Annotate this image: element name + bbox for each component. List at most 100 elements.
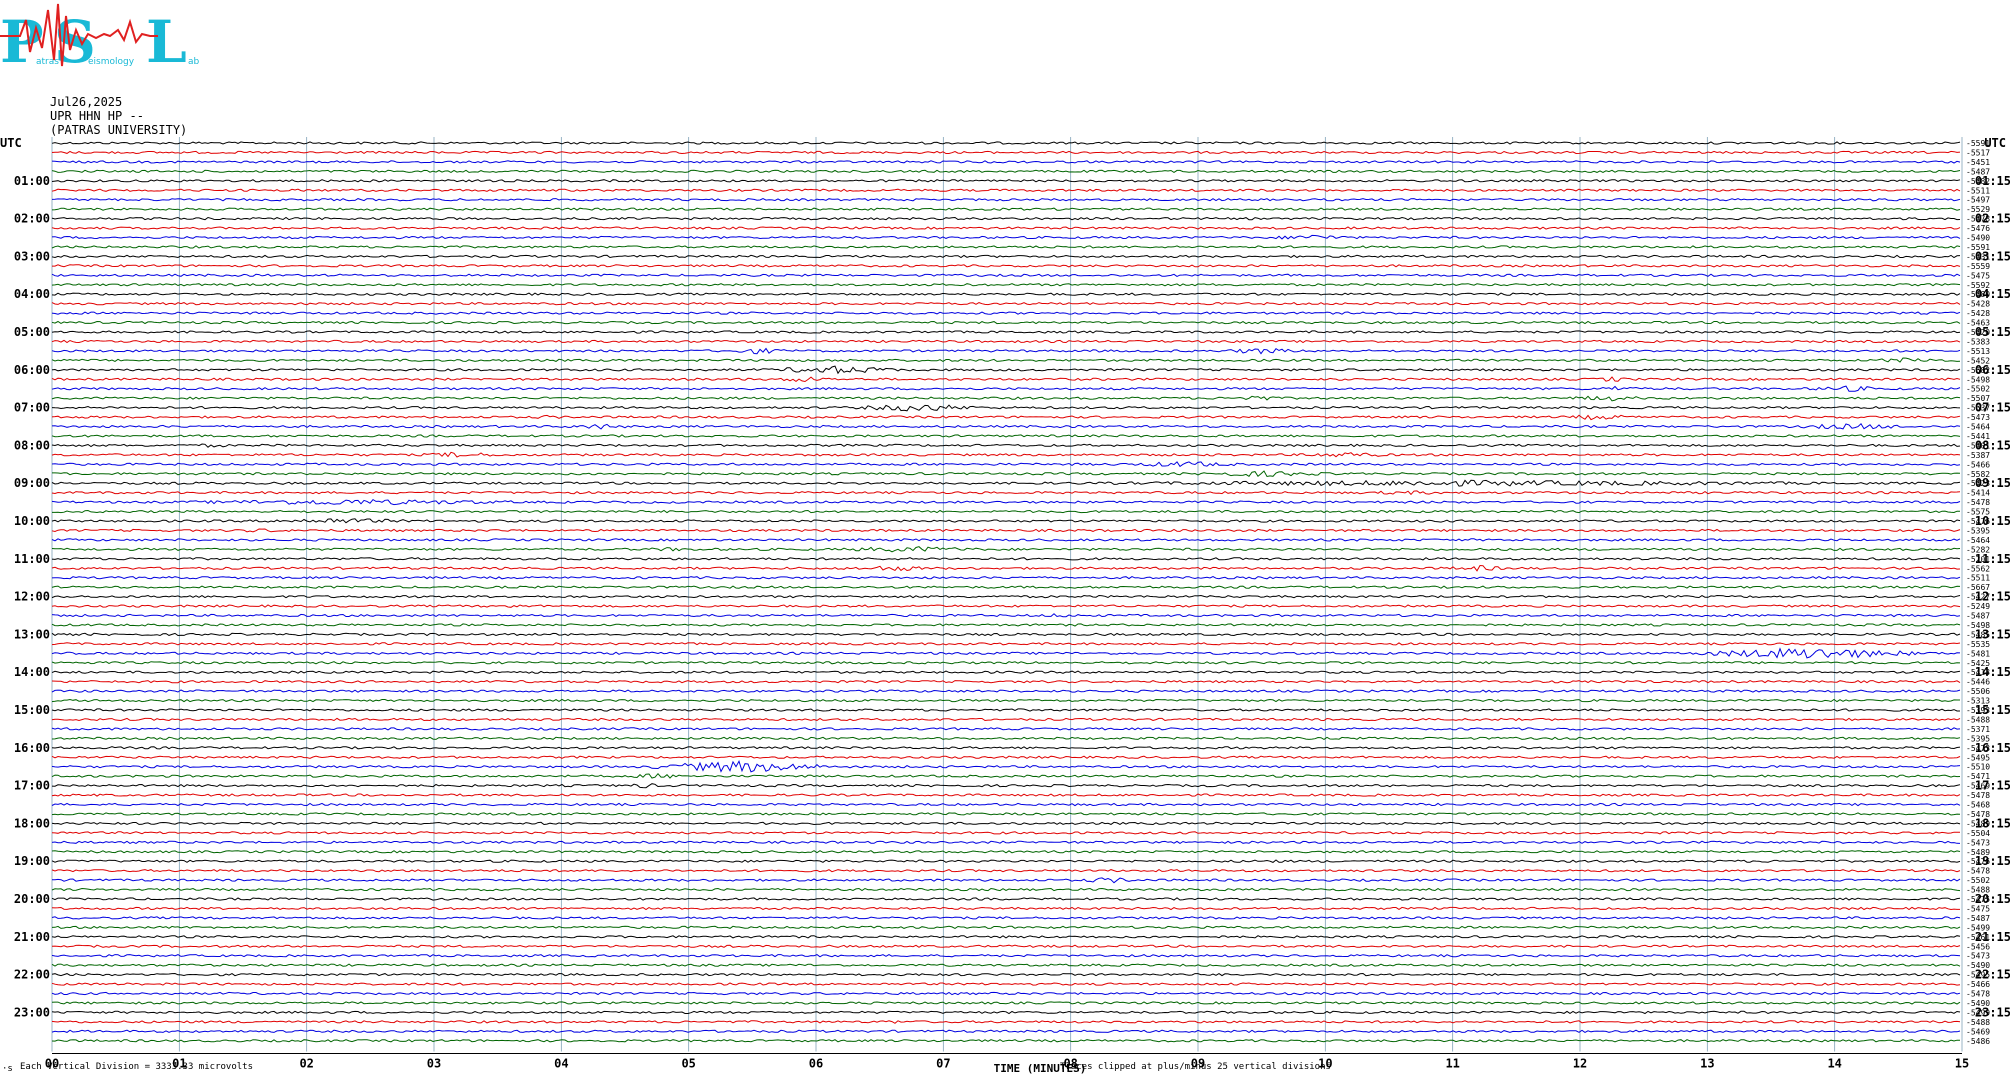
seismic-trace (51, 604, 1961, 608)
footer-clip-note: Traces clipped at plus/minus 25 vertical… (1060, 1062, 1331, 1072)
seismic-trace (51, 717, 1961, 722)
trace-offset-label: -5464 (1966, 423, 1990, 432)
trace-offset-label: -5506 (1966, 687, 1990, 696)
right-hour-label: 18:15 (1975, 816, 2010, 830)
seismic-trace (51, 850, 1961, 854)
seismic-trace (51, 330, 1961, 334)
seismic-trace (51, 546, 1961, 553)
trace-offset-label: -5451 (1966, 158, 1990, 167)
seismic-trace (51, 528, 1961, 533)
trace-offset-label: -5466 (1966, 460, 1990, 469)
seismic-trace (51, 169, 1961, 174)
trace-offset-label: -5475 (1966, 271, 1990, 280)
left-hour-label: 07:00 (14, 401, 50, 415)
seismic-trace (51, 760, 1961, 773)
right-hour-label: 08:15 (1975, 438, 2010, 452)
seismic-trace (51, 755, 1961, 759)
seismic-trace (51, 916, 1961, 920)
seismic-trace (51, 632, 1961, 637)
footer-corner-mark: ·s (2, 1064, 13, 1074)
seismic-trace (51, 564, 1961, 572)
seismic-trace (52, 470, 1961, 478)
right-hour-label: 04:15 (1975, 287, 2010, 301)
seismic-trace (51, 320, 1961, 325)
seismic-trace (51, 821, 1961, 826)
trace-offset-label: -5486 (1966, 1037, 1990, 1046)
seismic-trace (51, 292, 1961, 296)
seismic-trace (51, 302, 1961, 306)
seismic-trace (51, 802, 1961, 807)
x-tick-label: 14 (1827, 1056, 1841, 1070)
x-tick-label: 07 (936, 1056, 950, 1070)
seismic-trace (51, 935, 1961, 939)
trace-offset-label: -5469 (1966, 1027, 1990, 1036)
right-hour-label: 21:15 (1975, 930, 2010, 944)
seismic-trace (51, 859, 1961, 863)
trace-offset-label: -5487 (1966, 612, 1990, 621)
trace-offset-label: -5478 (1966, 498, 1990, 507)
right-hour-label: 16:15 (1975, 741, 2010, 755)
trace-offset-label: -5478 (1966, 990, 1990, 999)
x-tick-label: 06 (809, 1056, 823, 1070)
right-hour-label: 19:15 (1975, 854, 2010, 868)
left-hour-label: 01:00 (14, 174, 50, 188)
seismic-trace (51, 727, 1961, 731)
seismic-trace (51, 141, 1961, 145)
seismic-trace (51, 339, 1961, 344)
seismic-trace (51, 991, 1961, 996)
seismic-trace (51, 404, 1961, 412)
left-hour-label: 22:00 (14, 968, 50, 982)
x-tick-label: 15 (1955, 1056, 1969, 1070)
right-hour-label: 12:15 (1975, 590, 2010, 604)
trace-offset-label: -5513 (1966, 347, 1990, 356)
trace-offset-label: -5510 (1966, 763, 1990, 772)
seismic-trace (51, 234, 1961, 240)
trace-offset-label: -5371 (1966, 725, 1990, 734)
seismic-trace (51, 283, 1961, 287)
seismic-trace (51, 783, 1961, 789)
seismic-trace (51, 385, 1961, 392)
seismic-trace (51, 1029, 1961, 1033)
seismic-trace (51, 216, 1961, 221)
seismic-trace (51, 585, 1961, 589)
seismic-trace (51, 443, 1961, 448)
trace-offset-label: -5487 (1966, 914, 1990, 923)
seismic-trace (51, 376, 1961, 383)
left-hour-label: 19:00 (14, 854, 50, 868)
left-hour-label: 16:00 (14, 741, 50, 755)
seismic-trace (51, 434, 1961, 438)
right-hour-label: 14:15 (1975, 665, 2010, 679)
seismic-trace (51, 954, 1961, 958)
seismic-trace (51, 490, 1961, 496)
seismic-trace (51, 925, 1961, 929)
seismic-trace (51, 772, 1961, 779)
seismic-trace (51, 1039, 1961, 1043)
seismic-trace (52, 509, 1961, 514)
seismic-trace (51, 538, 1961, 542)
seismic-trace (51, 680, 1961, 684)
seismic-trace (51, 451, 1961, 458)
trace-offset-label: -5468 (1966, 801, 1990, 810)
seismic-trace (51, 877, 1961, 884)
trace-offset-label: -5497 (1966, 196, 1990, 205)
seismic-trace (51, 273, 1961, 277)
left-hour-label: 18:00 (14, 816, 50, 830)
seismic-trace (51, 226, 1961, 230)
x-tick-label: 03 (427, 1056, 441, 1070)
left-hour-label: 05:00 (14, 325, 50, 339)
footer-scale-note: Each Vertical Division = 3333.33 microvo… (20, 1062, 253, 1072)
seismic-trace (51, 365, 1961, 375)
seismic-trace (51, 557, 1961, 561)
seismic-trace (51, 746, 1961, 750)
left-hour-label: 04:00 (14, 287, 50, 301)
seismic-trace (51, 188, 1961, 192)
x-tick-label: 05 (681, 1056, 695, 1070)
seismic-trace (51, 661, 1961, 665)
right-hour-label: 03:15 (1975, 249, 2010, 263)
trace-offset-label: -5490 (1966, 234, 1990, 243)
seismic-trace (51, 1010, 1961, 1015)
seismic-trace (51, 963, 1961, 967)
right-hour-label: 05:15 (1975, 325, 2010, 339)
left-hour-label: 20:00 (14, 892, 50, 906)
right-hour-label: 10:15 (1975, 514, 2010, 528)
